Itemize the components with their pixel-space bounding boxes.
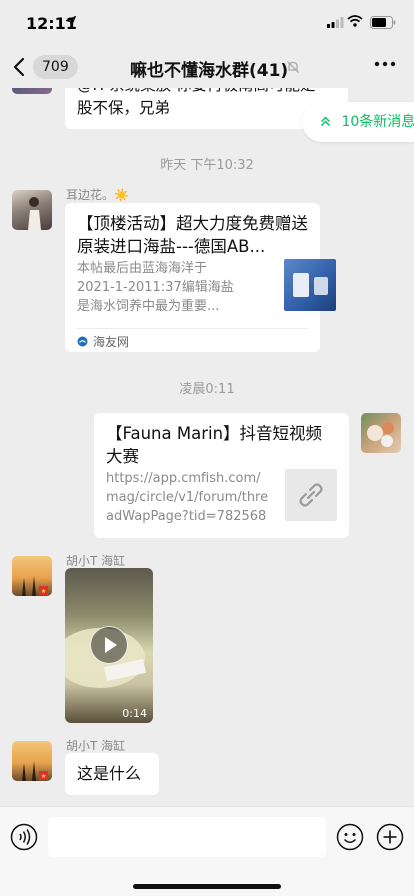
- avatar-photo: [28, 197, 41, 230]
- message-bubble[interactable]: 这是什么: [65, 753, 159, 795]
- video-message[interactable]: 0:14: [65, 568, 153, 723]
- avatar[interactable]: ★: [12, 741, 52, 781]
- voice-toggle-icon[interactable]: [10, 823, 38, 851]
- time-separator: 凌晨0:11: [179, 382, 235, 397]
- battery-icon: [370, 16, 396, 29]
- sender-name: 胡小T 海缸: [66, 739, 126, 753]
- avatar-photo: ★: [22, 576, 48, 596]
- new-messages-label: 10条新消息: [341, 114, 414, 130]
- double-chevron-up-icon: [320, 114, 335, 130]
- chat-input-bar: [0, 806, 414, 896]
- message-input[interactable]: [48, 817, 326, 857]
- avatar[interactable]: [12, 190, 52, 230]
- emoji-icon[interactable]: [336, 823, 364, 851]
- new-messages-pill[interactable]: 10条新消息: [302, 102, 414, 142]
- avatar-photo: [367, 422, 394, 447]
- plus-icon[interactable]: [376, 823, 404, 851]
- card-title: 【顶楼活动】超大力度免费赠送原装进口海盐---德国AB...: [77, 214, 308, 256]
- card-description-wrap: https://app.cmfish.com/mag/circle/v1/for…: [106, 469, 270, 527]
- card-description: 本帖最后由蓝海海洋于 2021-1-2011:37编辑海盐是海水饲养中最为重要.…: [77, 261, 234, 314]
- card-source: 海友网: [93, 334, 130, 349]
- unread-count-badge[interactable]: 709: [33, 55, 78, 79]
- mute-bell-icon: [287, 61, 299, 73]
- haiyou-logo-icon: [77, 336, 88, 346]
- svg-text:★: ★: [41, 773, 46, 780]
- card-description-wrap: 本帖最后由蓝海海洋于 2021-1-2011:37编辑海盐是海水饲养中最为重要.…: [77, 259, 237, 317]
- card-divider: [77, 328, 308, 329]
- card-thumbnail: [284, 259, 336, 311]
- home-indicator: [133, 884, 281, 889]
- svg-text:★: ★: [41, 588, 46, 595]
- card-description: https://app.cmfish.com/mag/circle/v1/for…: [106, 471, 269, 524]
- back-chevron-icon[interactable]: [12, 57, 26, 77]
- sender-name: 耳边花。☀️: [66, 188, 129, 202]
- status-bar: 12:11: [0, 0, 414, 48]
- signal-icon: [327, 17, 344, 28]
- message-text: 股不保，兄弟: [77, 99, 171, 117]
- time-separator: 昨天 下午10:32: [160, 158, 254, 173]
- sender-name: 胡小T 海缸: [66, 554, 126, 568]
- chat-title: 嘛也不懂海水群(41): [130, 61, 289, 81]
- link-icon: [299, 483, 323, 507]
- card-thumbnail: [285, 469, 337, 521]
- video-duration: 0:14: [122, 707, 147, 720]
- link-card[interactable]: 【顶楼活动】超大力度免费赠送原装进口海盐---德国AB... 本帖最后由蓝海海洋…: [65, 203, 336, 352]
- wifi-icon: [347, 15, 363, 27]
- avatar[interactable]: ★: [12, 556, 52, 596]
- link-card[interactable]: 【Fauna Marin】抖音短视频大赛 https://app.cmfish.…: [94, 413, 349, 538]
- avatar[interactable]: [361, 413, 401, 453]
- avatar-photo: ★: [22, 761, 48, 781]
- chat-header: 709 嘛也不懂海水群(41): [0, 48, 414, 88]
- card-title: 【Fauna Marin】抖音短视频大赛: [106, 424, 323, 466]
- location-arrow-icon: [66, 16, 76, 26]
- more-options-icon[interactable]: [374, 60, 396, 68]
- message-text: 这是什么: [77, 764, 142, 783]
- play-icon: [104, 636, 117, 653]
- message-list[interactable]: @H 系统案放 你要再极南高可能是 股不保，兄弟 10条新消息 昨天 下午10:…: [0, 0, 414, 806]
- play-button[interactable]: [90, 626, 128, 664]
